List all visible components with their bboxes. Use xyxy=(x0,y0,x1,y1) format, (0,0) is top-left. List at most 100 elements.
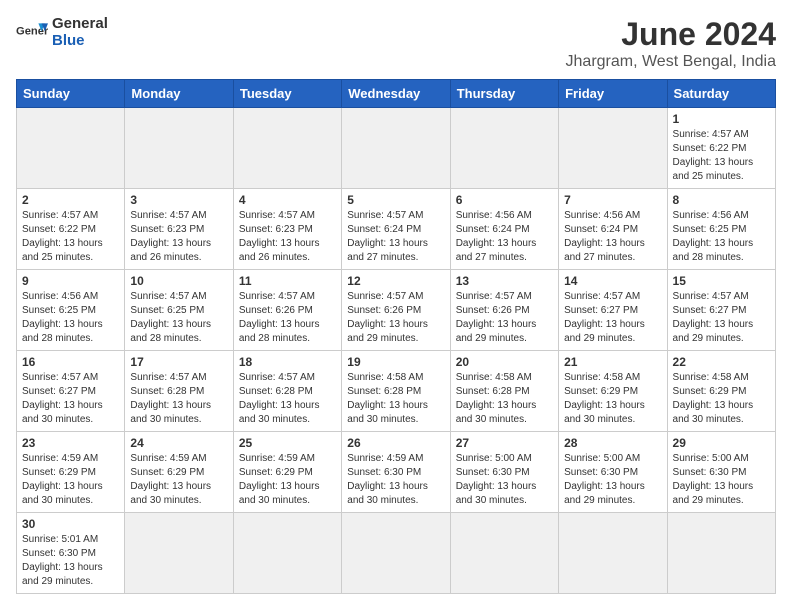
day-number: 7 xyxy=(564,193,661,207)
day-10: 10 Sunrise: 4:57 AMSunset: 6:25 PMDaylig… xyxy=(125,270,233,351)
empty-cell xyxy=(125,513,233,594)
calendar-row-1: 1 Sunrise: 4:57 AMSunset: 6:22 PMDayligh… xyxy=(17,108,776,189)
day-info: Sunrise: 4:57 AMSunset: 6:27 PMDaylight:… xyxy=(564,290,661,346)
month-title: June 2024 xyxy=(566,16,776,53)
day-number: 27 xyxy=(456,436,553,450)
day-5: 5 Sunrise: 4:57 AMSunset: 6:24 PMDayligh… xyxy=(342,189,450,270)
empty-cell xyxy=(125,108,233,189)
empty-cell xyxy=(559,513,667,594)
day-19: 19 Sunrise: 4:58 AMSunset: 6:28 PMDaylig… xyxy=(342,351,450,432)
day-number: 17 xyxy=(130,355,227,369)
day-12: 12 Sunrise: 4:57 AMSunset: 6:26 PMDaylig… xyxy=(342,270,450,351)
calendar-row-6: 30 Sunrise: 5:01 AMSunset: 6:30 PMDaylig… xyxy=(17,513,776,594)
day-info: Sunrise: 4:59 AMSunset: 6:29 PMDaylight:… xyxy=(22,452,119,508)
day-13: 13 Sunrise: 4:57 AMSunset: 6:26 PMDaylig… xyxy=(450,270,558,351)
empty-cell xyxy=(559,108,667,189)
day-info: Sunrise: 4:57 AMSunset: 6:24 PMDaylight:… xyxy=(347,209,444,265)
day-15: 15 Sunrise: 4:57 AMSunset: 6:27 PMDaylig… xyxy=(667,270,775,351)
weekday-header-row: Sunday Monday Tuesday Wednesday Thursday… xyxy=(17,80,776,108)
day-3: 3 Sunrise: 4:57 AMSunset: 6:23 PMDayligh… xyxy=(125,189,233,270)
day-info: Sunrise: 4:57 AMSunset: 6:23 PMDaylight:… xyxy=(239,209,336,265)
day-number: 15 xyxy=(673,274,770,288)
empty-cell xyxy=(17,108,125,189)
page-header: General General Blue June 2024 Jhargram,… xyxy=(16,16,776,71)
day-number: 20 xyxy=(456,355,553,369)
day-info: Sunrise: 4:58 AMSunset: 6:28 PMDaylight:… xyxy=(347,371,444,427)
day-number: 5 xyxy=(347,193,444,207)
day-number: 6 xyxy=(456,193,553,207)
day-info: Sunrise: 5:01 AMSunset: 6:30 PMDaylight:… xyxy=(22,533,119,589)
day-info: Sunrise: 4:56 AMSunset: 6:24 PMDaylight:… xyxy=(456,209,553,265)
day-info: Sunrise: 4:57 AMSunset: 6:25 PMDaylight:… xyxy=(130,290,227,346)
day-info: Sunrise: 4:57 AMSunset: 6:28 PMDaylight:… xyxy=(239,371,336,427)
day-number: 14 xyxy=(564,274,661,288)
day-14: 14 Sunrise: 4:57 AMSunset: 6:27 PMDaylig… xyxy=(559,270,667,351)
day-info: Sunrise: 4:56 AMSunset: 6:25 PMDaylight:… xyxy=(673,209,770,265)
day-number: 21 xyxy=(564,355,661,369)
header-saturday: Saturday xyxy=(667,80,775,108)
header-friday: Friday xyxy=(559,80,667,108)
day-info: Sunrise: 4:58 AMSunset: 6:28 PMDaylight:… xyxy=(456,371,553,427)
day-number: 2 xyxy=(22,193,119,207)
calendar-table: Sunday Monday Tuesday Wednesday Thursday… xyxy=(16,79,776,594)
day-20: 20 Sunrise: 4:58 AMSunset: 6:28 PMDaylig… xyxy=(450,351,558,432)
day-number: 22 xyxy=(673,355,770,369)
day-number: 24 xyxy=(130,436,227,450)
header-sunday: Sunday xyxy=(17,80,125,108)
day-number: 30 xyxy=(22,517,119,531)
day-info: Sunrise: 4:59 AMSunset: 6:29 PMDaylight:… xyxy=(239,452,336,508)
day-number: 8 xyxy=(673,193,770,207)
day-info: Sunrise: 4:57 AMSunset: 6:23 PMDaylight:… xyxy=(130,209,227,265)
day-info: Sunrise: 4:56 AMSunset: 6:25 PMDaylight:… xyxy=(22,290,119,346)
logo-general: General xyxy=(52,16,108,33)
day-number: 10 xyxy=(130,274,227,288)
day-number: 4 xyxy=(239,193,336,207)
day-number: 3 xyxy=(130,193,227,207)
logo: General General Blue xyxy=(16,16,108,49)
day-2: 2 Sunrise: 4:57 AMSunset: 6:22 PMDayligh… xyxy=(17,189,125,270)
day-number: 19 xyxy=(347,355,444,369)
day-24: 24 Sunrise: 4:59 AMSunset: 6:29 PMDaylig… xyxy=(125,432,233,513)
empty-cell xyxy=(342,513,450,594)
day-6: 6 Sunrise: 4:56 AMSunset: 6:24 PMDayligh… xyxy=(450,189,558,270)
day-29: 29 Sunrise: 5:00 AMSunset: 6:30 PMDaylig… xyxy=(667,432,775,513)
day-22: 22 Sunrise: 4:58 AMSunset: 6:29 PMDaylig… xyxy=(667,351,775,432)
day-info: Sunrise: 4:57 AMSunset: 6:22 PMDaylight:… xyxy=(673,128,770,184)
day-4: 4 Sunrise: 4:57 AMSunset: 6:23 PMDayligh… xyxy=(233,189,341,270)
day-21: 21 Sunrise: 4:58 AMSunset: 6:29 PMDaylig… xyxy=(559,351,667,432)
calendar-row-5: 23 Sunrise: 4:59 AMSunset: 6:29 PMDaylig… xyxy=(17,432,776,513)
day-1: 1 Sunrise: 4:57 AMSunset: 6:22 PMDayligh… xyxy=(667,108,775,189)
day-info: Sunrise: 4:57 AMSunset: 6:26 PMDaylight:… xyxy=(347,290,444,346)
day-number: 25 xyxy=(239,436,336,450)
day-number: 23 xyxy=(22,436,119,450)
day-info: Sunrise: 4:59 AMSunset: 6:29 PMDaylight:… xyxy=(130,452,227,508)
location-title: Jhargram, West Bengal, India xyxy=(566,53,776,71)
day-8: 8 Sunrise: 4:56 AMSunset: 6:25 PMDayligh… xyxy=(667,189,775,270)
empty-cell xyxy=(450,513,558,594)
day-info: Sunrise: 4:58 AMSunset: 6:29 PMDaylight:… xyxy=(673,371,770,427)
day-info: Sunrise: 5:00 AMSunset: 6:30 PMDaylight:… xyxy=(456,452,553,508)
day-28: 28 Sunrise: 5:00 AMSunset: 6:30 PMDaylig… xyxy=(559,432,667,513)
day-info: Sunrise: 5:00 AMSunset: 6:30 PMDaylight:… xyxy=(564,452,661,508)
day-number: 28 xyxy=(564,436,661,450)
day-number: 16 xyxy=(22,355,119,369)
day-info: Sunrise: 4:57 AMSunset: 6:26 PMDaylight:… xyxy=(456,290,553,346)
day-info: Sunrise: 4:57 AMSunset: 6:28 PMDaylight:… xyxy=(130,371,227,427)
day-number: 18 xyxy=(239,355,336,369)
day-number: 26 xyxy=(347,436,444,450)
day-number: 29 xyxy=(673,436,770,450)
day-17: 17 Sunrise: 4:57 AMSunset: 6:28 PMDaylig… xyxy=(125,351,233,432)
day-info: Sunrise: 4:57 AMSunset: 6:22 PMDaylight:… xyxy=(22,209,119,265)
calendar-row-2: 2 Sunrise: 4:57 AMSunset: 6:22 PMDayligh… xyxy=(17,189,776,270)
day-info: Sunrise: 4:56 AMSunset: 6:24 PMDaylight:… xyxy=(564,209,661,265)
day-info: Sunrise: 4:57 AMSunset: 6:27 PMDaylight:… xyxy=(22,371,119,427)
header-monday: Monday xyxy=(125,80,233,108)
logo-icon: General xyxy=(16,17,48,49)
day-info: Sunrise: 4:59 AMSunset: 6:30 PMDaylight:… xyxy=(347,452,444,508)
empty-cell xyxy=(342,108,450,189)
day-30: 30 Sunrise: 5:01 AMSunset: 6:30 PMDaylig… xyxy=(17,513,125,594)
day-27: 27 Sunrise: 5:00 AMSunset: 6:30 PMDaylig… xyxy=(450,432,558,513)
day-16: 16 Sunrise: 4:57 AMSunset: 6:27 PMDaylig… xyxy=(17,351,125,432)
empty-cell xyxy=(233,513,341,594)
day-7: 7 Sunrise: 4:56 AMSunset: 6:24 PMDayligh… xyxy=(559,189,667,270)
